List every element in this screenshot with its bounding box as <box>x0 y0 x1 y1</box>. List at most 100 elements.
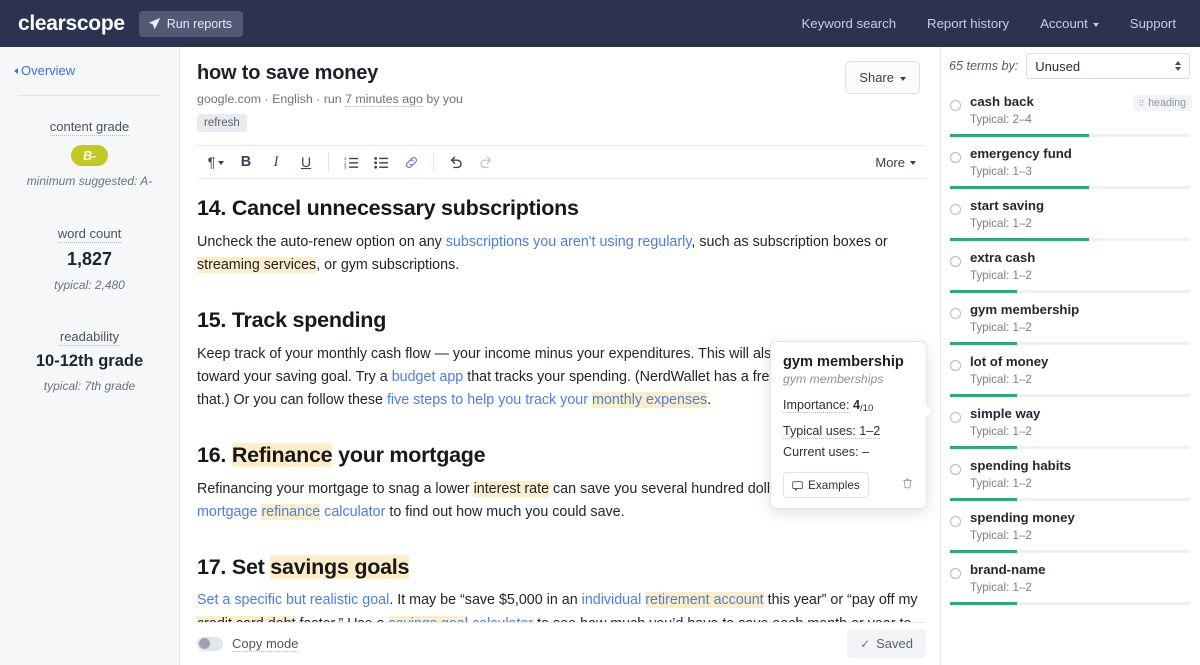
text-run: your mortgage <box>332 443 486 468</box>
term-select-radio[interactable] <box>950 152 961 163</box>
redo-icon <box>480 156 492 169</box>
nav-account[interactable]: Account <box>1040 16 1099 31</box>
highlighted-term[interactable]: Refinance <box>231 443 333 468</box>
highlighted-term[interactable]: streaming services <box>197 256 317 273</box>
nav-support-label: Support <box>1129 16 1176 31</box>
terms-count-label: 65 terms by: <box>949 59 1019 73</box>
link-icon <box>405 156 417 168</box>
insert-link-button[interactable] <box>396 149 426 175</box>
ordered-list-button[interactable]: 1 2 3 <box>336 149 366 175</box>
term-row[interactable]: spending habits Typical: 1–2 <box>941 449 1200 501</box>
popover-importance-label: Importance: <box>783 398 850 414</box>
nav-support[interactable]: Support <box>1130 16 1176 31</box>
term-name: simple way <box>970 406 1041 421</box>
refresh-button[interactable]: refresh <box>197 114 247 132</box>
term-row[interactable]: spending money Typical: 1–2 <box>941 501 1200 553</box>
readability-sub: typical: 7th grade <box>43 379 136 393</box>
chevron-down-icon <box>1092 22 1099 27</box>
heading-badge-label: heading <box>1148 97 1186 109</box>
term-name: spending money <box>970 510 1075 525</box>
term-select-radio[interactable] <box>950 412 961 423</box>
term-details-popover: gym membership gym memberships Importanc… <box>770 341 933 510</box>
term-row[interactable]: cash back Typical: 2–4 ⠿ heading <box>941 85 1200 137</box>
back-to-overview-link[interactable]: Overview <box>14 63 165 78</box>
document-meta: google.com · English · run 7 minutes ago… <box>197 92 920 107</box>
term-row[interactable]: start saving Typical: 1–2 <box>941 189 1200 241</box>
inline-link[interactable]: subscriptions you aren't using regularly <box>446 234 692 250</box>
term-select-radio[interactable] <box>950 256 961 267</box>
terms-list[interactable]: cash back Typical: 2–4 ⠿ heading emergency f… <box>941 85 1200 665</box>
heading-badge: ⠿ heading <box>1133 95 1192 111</box>
term-usage-bar-track <box>950 602 1190 605</box>
nav-keyword-search[interactable]: Keyword search <box>801 16 896 31</box>
toggle-track <box>197 636 223 651</box>
term-row[interactable]: simple way Typical: 1–2 <box>941 397 1200 449</box>
inline-link[interactable]: five steps to help you track your <box>387 392 592 408</box>
highlighted-term[interactable]: savings goals <box>270 554 409 579</box>
popover-importance-row: Importance: 4/10 <box>783 398 914 414</box>
term-select-radio[interactable] <box>950 100 961 111</box>
term-select-radio[interactable] <box>950 568 961 579</box>
content-grade-badge: B- <box>71 145 108 166</box>
term-row[interactable]: brand-name Typical: 1–2 <box>941 553 1200 605</box>
nav-report-history-label: Report history <box>927 16 1010 31</box>
term-row-content: lot of money Typical: 1–2 <box>950 353 1190 386</box>
share-button[interactable]: Share <box>845 61 920 94</box>
term-typical-uses: Typical: 1–2 <box>970 269 1032 282</box>
nav-report-history[interactable]: Report history <box>927 16 1009 31</box>
redo-button[interactable] <box>471 149 501 175</box>
highlighted-inline-link[interactable]: refinance <box>261 503 321 520</box>
grid-icon: ⠿ <box>1138 98 1145 108</box>
term-select-radio[interactable] <box>950 464 961 475</box>
term-row[interactable]: emergency fund Typical: 1–3 <box>941 137 1200 189</box>
italic-button[interactable]: I <box>261 149 291 175</box>
paragraph-style-dropdown[interactable]: ¶ <box>201 149 231 175</box>
inline-link[interactable]: calculator <box>320 504 385 520</box>
term-typical-uses: Typical: 1–2 <box>970 373 1032 386</box>
trash-icon[interactable] <box>901 477 914 493</box>
text-run: my <box>898 592 918 609</box>
bullet-list-button[interactable] <box>366 149 396 175</box>
term-row[interactable]: lot of money Typical: 1–2 <box>941 345 1200 397</box>
toolbar-divider <box>433 152 434 173</box>
inline-link[interactable]: mortgage <box>197 504 261 520</box>
term-row-content: gym membership Typical: 1–2 <box>950 301 1190 334</box>
content-grade-label: content grade <box>49 119 130 136</box>
term-select-radio[interactable] <box>950 516 961 527</box>
more-options-dropdown[interactable]: More <box>875 155 922 170</box>
inline-link[interactable]: budget app <box>392 369 464 385</box>
undo-button[interactable] <box>441 149 471 175</box>
examples-button[interactable]: Examples <box>783 472 869 499</box>
highlighted-inline-link[interactable]: monthly expenses <box>591 391 708 408</box>
copy-mode-label: Copy mode <box>232 635 299 652</box>
terms-sort-select[interactable]: Unused <box>1026 53 1190 79</box>
run-reports-button[interactable]: Run reports <box>138 10 244 37</box>
comment-icon <box>792 480 803 491</box>
chevron-down-icon <box>218 161 225 166</box>
term-select-radio[interactable] <box>950 308 961 319</box>
underline-button[interactable]: U <box>291 149 321 175</box>
term-row-content: start saving Typical: 1–2 <box>950 197 1190 230</box>
highlighted-inline-link[interactable]: retirement account <box>645 592 764 609</box>
term-select-radio[interactable] <box>950 360 961 371</box>
term-select-radio[interactable] <box>950 204 961 215</box>
left-sidebar: Overview content grade B- minimum sugges… <box>0 47 180 665</box>
term-row[interactable]: gym membership Typical: 1–2 <box>941 293 1200 345</box>
inline-link[interactable]: Set a specific but realistic goal <box>197 592 389 608</box>
term-row-content: simple way Typical: 1–2 <box>950 405 1190 438</box>
term-name: extra cash <box>970 250 1036 265</box>
term-row-content: extra cash Typical: 1–2 <box>950 249 1190 282</box>
ordered-list-icon: 1 2 3 <box>344 155 358 169</box>
copy-mode-toggle[interactable]: Copy mode <box>197 635 299 652</box>
clearscope-logo[interactable]: clearscope <box>18 12 125 36</box>
undo-icon <box>450 156 462 169</box>
bold-button[interactable]: B <box>231 149 261 175</box>
document-body[interactable]: 14. Cancel unnecessary subscriptions Unc… <box>180 179 940 622</box>
inline-link[interactable]: individual <box>582 592 646 608</box>
content-grade-sub: minimum suggested: A- <box>26 174 153 188</box>
popover-term-title: gym membership <box>783 354 904 371</box>
highlighted-term[interactable]: interest rate <box>473 480 550 497</box>
term-name: start saving <box>970 198 1045 213</box>
term-row[interactable]: extra cash Typical: 1–2 <box>941 241 1200 293</box>
chevron-down-icon <box>910 161 916 166</box>
